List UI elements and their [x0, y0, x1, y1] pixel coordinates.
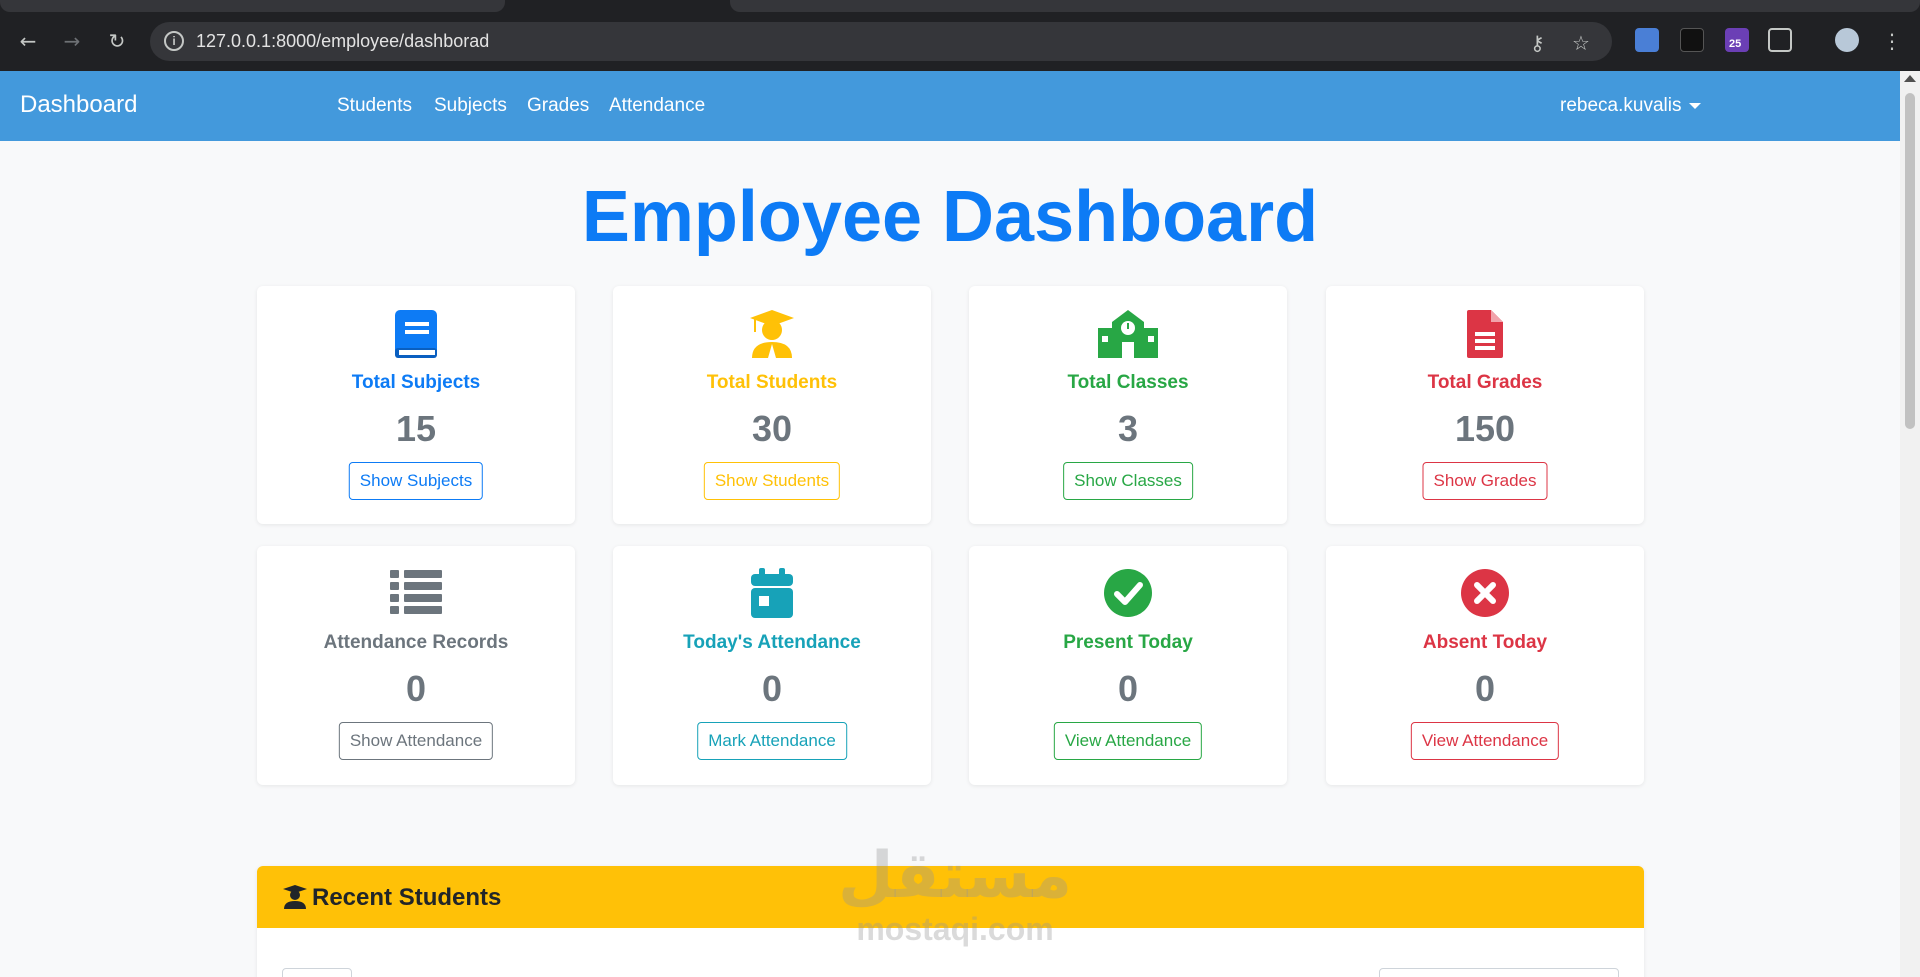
mark-attendance-button[interactable]: Mark Attendance	[697, 722, 847, 760]
stat-card-attendance-records: Attendance Records 0 Show Attendance	[257, 546, 575, 785]
bookmark-star-icon[interactable]: ☆	[1572, 31, 1590, 55]
graduate-icon	[283, 885, 307, 909]
card-value: 150	[1454, 408, 1516, 449]
calendar-icon	[613, 568, 931, 618]
book-icon	[257, 308, 575, 358]
stat-card-students: Total Students 30 Show Students	[613, 286, 931, 524]
show-classes-button[interactable]: Show Classes	[1063, 462, 1193, 500]
extension-badge-icon[interactable]: 25	[1725, 28, 1749, 52]
extensions-puzzle-icon[interactable]	[1768, 28, 1792, 52]
browser-toolbar: ← → ↻ i 127.0.0.1:8000/employee/dashbora…	[0, 0, 1920, 71]
card-value: 0	[1117, 668, 1139, 709]
times-circle-icon	[1326, 568, 1644, 618]
list-icon	[257, 568, 575, 618]
graduate-icon	[613, 308, 931, 358]
browser-tab[interactable]	[730, 0, 1920, 12]
scroll-thumb[interactable]	[1905, 93, 1915, 429]
user-dropdown[interactable]: rebeca.kuvalis	[1560, 95, 1702, 117]
stat-card-absent-today: Absent Today 0 View Attendance	[1326, 546, 1644, 785]
nav-link-students[interactable]: Students	[337, 95, 412, 117]
navbar-brand[interactable]: Dashboard	[20, 91, 137, 119]
forward-icon[interactable]: →	[58, 27, 86, 55]
view-attendance-absent-button[interactable]: View Attendance	[1410, 722, 1560, 760]
nav-link-grades[interactable]: Grades	[527, 95, 589, 117]
stat-card-subjects: Total Subjects 15 Show Subjects	[257, 286, 575, 524]
card-value: 0	[405, 668, 427, 709]
nav-link-subjects[interactable]: Subjects	[434, 95, 507, 117]
password-key-icon[interactable]: ⚷	[1530, 31, 1545, 55]
file-icon	[1326, 308, 1644, 358]
page-title: Employee Dashboard	[581, 177, 1319, 257]
entries-select[interactable]	[282, 968, 352, 977]
check-circle-icon	[969, 568, 1287, 618]
card-label: Total Subjects	[351, 372, 481, 393]
profile-avatar[interactable]	[1835, 28, 1859, 52]
page-scrollbar[interactable]	[1900, 71, 1920, 977]
card-label: Attendance Records	[323, 632, 509, 653]
recent-students-header: Recent Students	[257, 866, 1644, 928]
card-value: 30	[751, 408, 793, 449]
stat-card-present-today: Present Today 0 View Attendance	[969, 546, 1287, 785]
school-icon	[969, 308, 1287, 358]
view-attendance-present-button[interactable]: View Attendance	[1053, 722, 1203, 760]
card-label: Total Classes	[1067, 372, 1189, 393]
show-subjects-button[interactable]: Show Subjects	[348, 462, 484, 500]
show-students-button[interactable]: Show Students	[703, 462, 841, 500]
card-value: 15	[395, 408, 437, 449]
stat-card-todays-attendance: Today's Attendance 0 Mark Attendance	[613, 546, 931, 785]
top-navbar: Dashboard Students Subjects Grades Atten…	[0, 71, 1900, 141]
user-name: rebeca.kuvalis	[1560, 95, 1682, 116]
recent-students-card: Recent Students	[257, 866, 1644, 977]
card-label: Total Students	[706, 372, 838, 393]
stat-card-grades: Total Grades 150 Show Grades	[1326, 286, 1644, 524]
extension-icon[interactable]	[1680, 28, 1704, 52]
chevron-down-icon	[1689, 102, 1702, 109]
show-grades-button[interactable]: Show Grades	[1422, 462, 1548, 500]
card-label: Total Grades	[1427, 372, 1543, 393]
card-label: Present Today	[1063, 632, 1193, 653]
card-value: 0	[761, 668, 783, 709]
card-label: Absent Today	[1422, 632, 1548, 653]
browser-tab[interactable]	[0, 0, 505, 12]
page-viewport: Dashboard Students Subjects Grades Atten…	[0, 71, 1900, 977]
browser-menu-icon[interactable]: ⋮	[1878, 27, 1906, 55]
show-attendance-button[interactable]: Show Attendance	[338, 722, 494, 760]
url-text[interactable]: 127.0.0.1:8000/employee/dashborad	[196, 31, 489, 52]
card-value: 0	[1474, 668, 1496, 709]
back-icon[interactable]: ←	[14, 27, 42, 55]
scroll-up-icon[interactable]	[1904, 75, 1916, 82]
site-info-icon[interactable]: i	[164, 31, 184, 51]
stat-card-classes: Total Classes 3 Show Classes	[969, 286, 1287, 524]
card-value: 3	[1117, 408, 1139, 449]
translate-extension-icon[interactable]	[1635, 28, 1659, 52]
nav-link-attendance[interactable]: Attendance	[609, 95, 705, 117]
search-input[interactable]	[1379, 968, 1619, 977]
extension-badge-count: 25	[1729, 38, 1742, 50]
recent-students-title: Recent Students	[312, 884, 502, 911]
reload-icon[interactable]: ↻	[103, 27, 131, 55]
card-label: Today's Attendance	[683, 632, 861, 653]
address-bar[interactable]: i 127.0.0.1:8000/employee/dashborad ⚷ ☆	[150, 22, 1612, 61]
